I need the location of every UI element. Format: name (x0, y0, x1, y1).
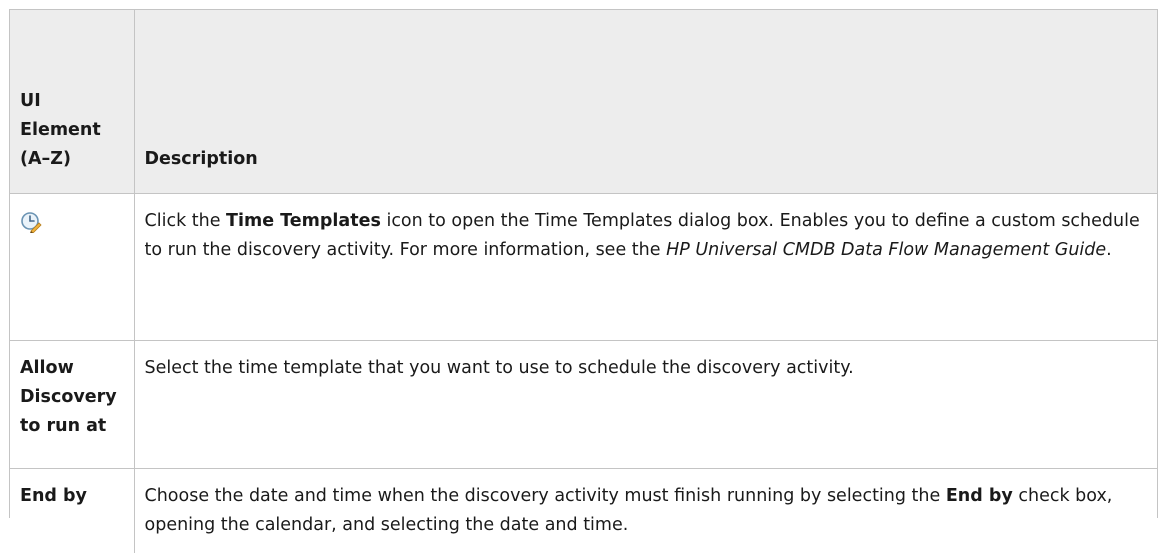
description-bold: End by (945, 485, 1013, 506)
description-text: . (1106, 239, 1112, 260)
table-row: End by Choose the date and time when the… (10, 467, 1157, 553)
ui-element-table: UI Element (A–Z) Description Click the T… (10, 10, 1157, 553)
description-text: Choose the date and time when the discov… (144, 485, 946, 506)
ui-element-table-frame: UI Element (A–Z) Description Click the T… (9, 9, 1158, 553)
header-description: Description (134, 10, 1157, 193)
row-description-cell: Click the Time Templates icon to open th… (134, 192, 1157, 340)
table-row: Allow Discovery to run at Select the tim… (10, 339, 1157, 468)
row-element-cell: Allow Discovery to run at (10, 339, 135, 468)
description-text: Click the (144, 210, 227, 231)
row-description-cell: Choose the date and time when the discov… (134, 467, 1157, 553)
row-element-cell: End by (10, 467, 135, 553)
row-element-cell (10, 192, 135, 340)
description-bold: Time Templates (226, 210, 381, 231)
table-header: UI Element (A–Z) Description (10, 10, 1157, 193)
row-description-cell: Select the time template that you want t… (134, 339, 1157, 468)
table-row: Click the Time Templates icon to open th… (10, 192, 1157, 340)
header-ui-element: UI Element (A–Z) (10, 10, 135, 193)
guide-reference: HP Universal CMDB Data Flow Management G… (666, 239, 1107, 260)
time-templates-icon (20, 211, 42, 234)
